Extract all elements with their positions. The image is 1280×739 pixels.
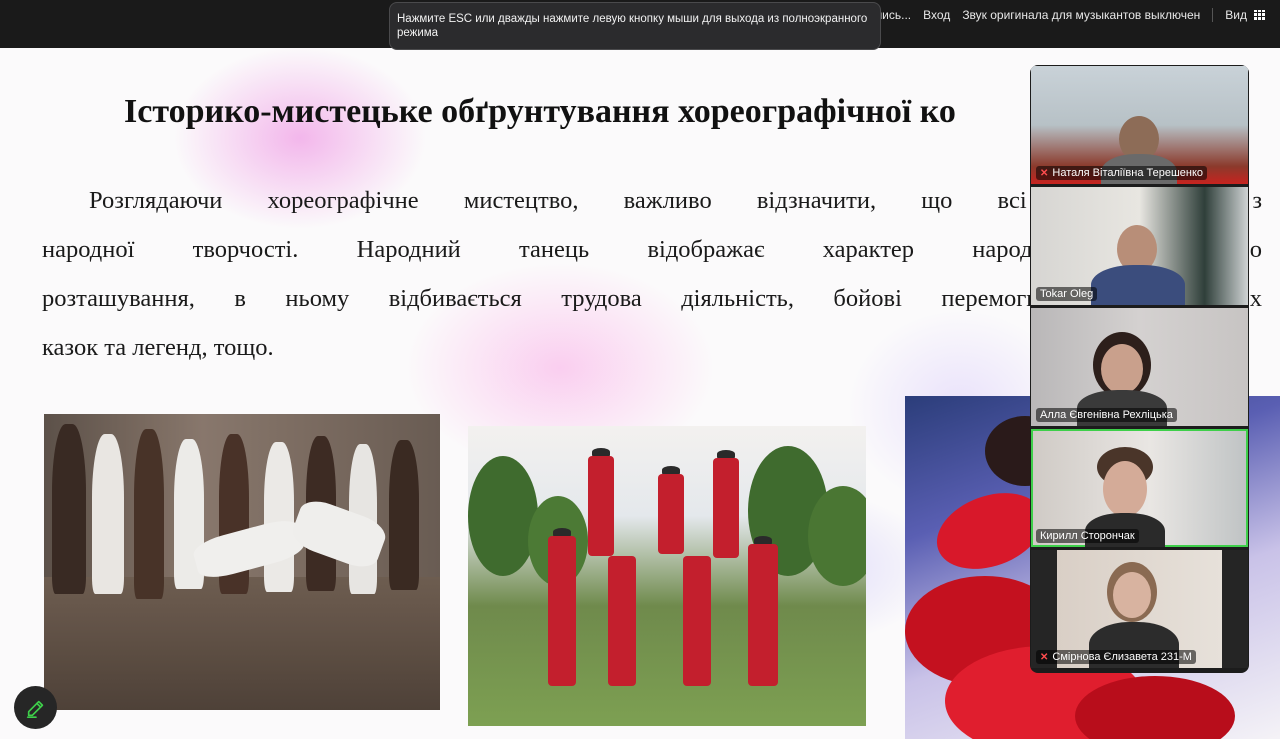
pencil-icon (26, 700, 43, 718)
view-label: Вид (1225, 8, 1247, 22)
mic-off-icon: ✕ (1040, 167, 1049, 179)
toolbar-divider (1212, 8, 1214, 22)
video-gallery: ✕ Наталя Віталіївна Терешенко Tokar Oleg… (1030, 65, 1249, 673)
participant-tile[interactable]: ✕ Наталя Віталіївна Терешенко (1031, 66, 1248, 184)
view-button[interactable]: Вид (1219, 8, 1270, 22)
grid-icon (1254, 10, 1265, 20)
login-button[interactable]: Вход (917, 8, 956, 22)
capoeira-photo (44, 414, 440, 710)
toast-message: Нажмите ESC или дважды нажмите левую кно… (397, 13, 868, 39)
annotate-button[interactable] (14, 686, 57, 729)
slide-title: Історико-мистецьке обґрунтування хореогр… (124, 93, 956, 130)
toolbar-right: Запись... Вход Звук оригинала для музыка… (845, 0, 1270, 30)
participant-name-label: ✕ Смірнова Єлизавета 231-М (1036, 650, 1196, 664)
participant-tile[interactable]: Tokar Oleg (1031, 187, 1248, 305)
original-sound-toggle[interactable]: Звук оригинала для музыкантов выключен (956, 8, 1206, 22)
participant-tile-active-speaker[interactable]: Кирилл Сторончак (1031, 429, 1248, 547)
participant-tile[interactable]: ✕ Смірнова Єлизавета 231-М (1031, 550, 1248, 668)
participant-tile[interactable]: Алла Євгенівна Рехліцька (1031, 308, 1248, 426)
mic-off-icon: ✕ (1040, 651, 1049, 663)
fullscreen-exit-toast: Нажмите ESC или дважды нажмите левую кно… (389, 2, 881, 50)
participant-name-label: Кирилл Сторончак (1036, 529, 1139, 543)
dance-pyramid-photo (468, 426, 866, 726)
participant-name-label: Алла Євгенівна Рехліцька (1036, 408, 1177, 422)
participant-name-label: Tokar Oleg (1036, 287, 1098, 301)
participant-name-label: ✕ Наталя Віталіївна Терешенко (1036, 166, 1208, 180)
